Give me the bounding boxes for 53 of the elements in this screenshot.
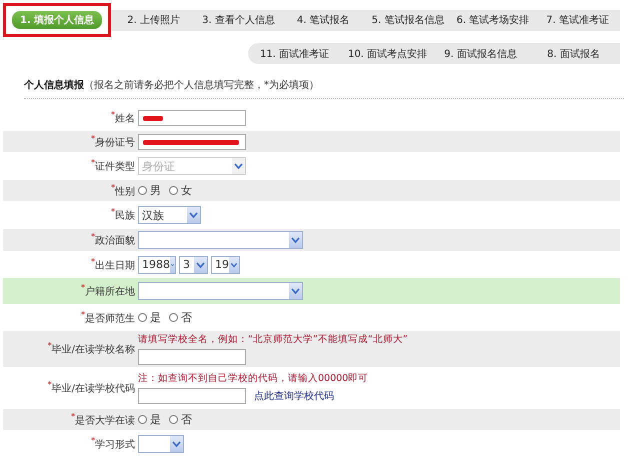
lookup-link[interactable]: 点此查询学校代码 [254,389,334,403]
step-tab[interactable]: 7. 笔试准考证 [535,13,620,27]
dropdown[interactable]: 3 [179,256,208,274]
chevron-down-icon [229,256,239,272]
field-label: $^{*}$姓名 [110,110,136,126]
step-tab[interactable]: 10. 面试考点安排 [341,46,434,60]
radio-option[interactable]: 是 [138,310,161,325]
section-hint: （报名之前请务必把个人信息填写完整，*为必填项） [84,78,319,92]
dropdown[interactable] [138,435,184,453]
chevron-down-icon [194,256,207,272]
field-label: $^{*}$学习形式 [90,436,136,452]
radio-option[interactable]: 是 [138,412,161,427]
text-field[interactable] [138,388,246,404]
step-tab[interactable]: 8. 面试报名 [527,46,620,60]
text-field[interactable] [138,110,246,126]
chevron-down-icon [170,436,183,452]
dropdown[interactable] [138,282,303,300]
dropdown[interactable]: 汉族 [138,206,201,224]
chevron-down-icon [187,207,200,223]
field-note: 请填写学校全名，例如：“北京师范大学”不能填写成“北师大” [138,333,408,346]
chevron-down-icon [289,232,302,248]
step-tab[interactable]: 5. 笔试报名信息 [366,13,450,27]
field-label: $^{*}$政治面貌 [90,232,136,248]
field-label: $^{*}$毕业/在读学校名称 [46,341,136,357]
radio-option[interactable]: 男 [138,183,161,198]
field-label: $^{*}$身份证号 [90,134,136,150]
radio-option[interactable]: 女 [169,183,192,198]
chevron-down-icon [289,283,302,299]
field-note: 注：如查询不到自己学校的代码，请输入00000即可 [138,372,368,385]
step-tab[interactable]: 4. 笔试报名 [280,13,366,27]
field-label: $^{*}$证件类型 [90,158,136,174]
field-label: $^{*}$民族 [110,207,136,223]
dropdown[interactable]: 19 [211,256,240,274]
field-label: $^{*}$是否师范生 [80,310,136,326]
step-tab[interactable]: 6. 笔试考场安排 [450,13,536,27]
step-tab[interactable]: 3. 查看个人信息 [196,13,281,27]
text-field[interactable] [138,134,246,150]
chevron-down-icon [170,256,175,272]
field-label: $^{*}$性别 [110,182,136,198]
radio-option[interactable]: 否 [169,412,192,427]
field-label: $^{*}$户籍所在地 [80,283,136,299]
section-title: 个人信息填报 [24,78,84,92]
step-tab[interactable]: 9. 面试报名信息 [434,46,527,60]
field-label: $^{*}$出生日期 [90,256,136,272]
step-tab[interactable]: 2. 上传照片 [111,13,196,27]
step-tab[interactable]: 11. 面试准考证 [248,46,341,60]
text-field[interactable] [138,349,246,365]
field-label: $^{*}$毕业/在读学校代码 [46,380,136,396]
chevron-down-icon [232,158,245,174]
field-label: $^{*}$是否大学在读 [70,412,136,428]
radio-option[interactable]: 否 [169,310,192,325]
dropdown[interactable] [138,231,303,249]
dropdown[interactable]: 1988 [138,256,176,274]
